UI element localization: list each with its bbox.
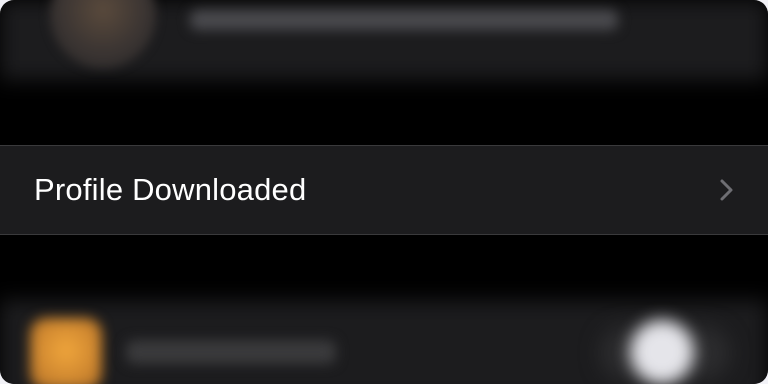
blurred-app-icon xyxy=(30,318,102,384)
profile-downloaded-label: Profile Downloaded xyxy=(34,172,307,207)
blurred-toggle-knob xyxy=(630,320,694,384)
settings-screen: Profile Downloaded xyxy=(0,0,768,384)
profile-downloaded-row[interactable]: Profile Downloaded xyxy=(0,145,768,235)
blurred-account-subtitle xyxy=(190,10,618,30)
chevron-right-icon xyxy=(720,179,733,201)
blurred-row-label xyxy=(126,340,336,364)
